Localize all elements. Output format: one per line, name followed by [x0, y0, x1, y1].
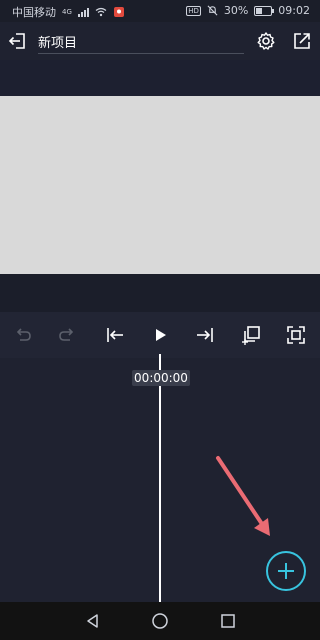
fullscreen-icon[interactable] [285, 324, 307, 346]
signal-icon [77, 7, 89, 17]
status-left: 中国移动 4G [12, 4, 125, 20]
exit-icon[interactable] [8, 31, 28, 51]
add-media-button[interactable] [266, 551, 306, 591]
annotation-arrow [216, 456, 270, 536]
gear-icon[interactable] [256, 31, 276, 51]
skip-to-start-icon[interactable] [104, 324, 126, 346]
video-preview[interactable] [0, 96, 320, 274]
status-bar: 中国移动 4G HD 30% 09:02 [0, 0, 320, 22]
app-bar: 新项目 [0, 22, 320, 60]
system-nav-bar [0, 602, 320, 640]
carrier-label: 中国移动 [12, 6, 56, 19]
back-icon[interactable] [84, 612, 102, 630]
network-label: 4G [62, 8, 72, 16]
duplicate-icon[interactable] [240, 324, 262, 346]
mute-icon [207, 5, 218, 16]
timecode: 00:00:00 [132, 370, 190, 386]
export-icon[interactable] [292, 31, 312, 51]
clock: 09:02 [278, 4, 310, 17]
play-icon[interactable] [149, 324, 171, 346]
playback-toolbar [0, 312, 320, 358]
home-icon[interactable] [151, 612, 169, 630]
skip-to-end-icon[interactable] [194, 324, 216, 346]
playhead[interactable] [159, 354, 161, 602]
battery-percent: 30% [223, 4, 249, 17]
preview-bottom-band [0, 274, 320, 312]
project-title-field[interactable]: 新项目 [38, 32, 244, 54]
battery-icon [254, 5, 275, 16]
preview-top-band [0, 60, 320, 96]
undo-icon[interactable] [12, 324, 34, 346]
status-right: HD 30% 09:02 [186, 4, 310, 17]
hd-badge: HD [186, 5, 201, 16]
location-icon [113, 7, 124, 17]
plus-icon-vertical [285, 563, 287, 579]
wifi-icon [95, 7, 107, 17]
redo-icon[interactable] [56, 324, 78, 346]
recents-icon[interactable] [219, 612, 237, 630]
